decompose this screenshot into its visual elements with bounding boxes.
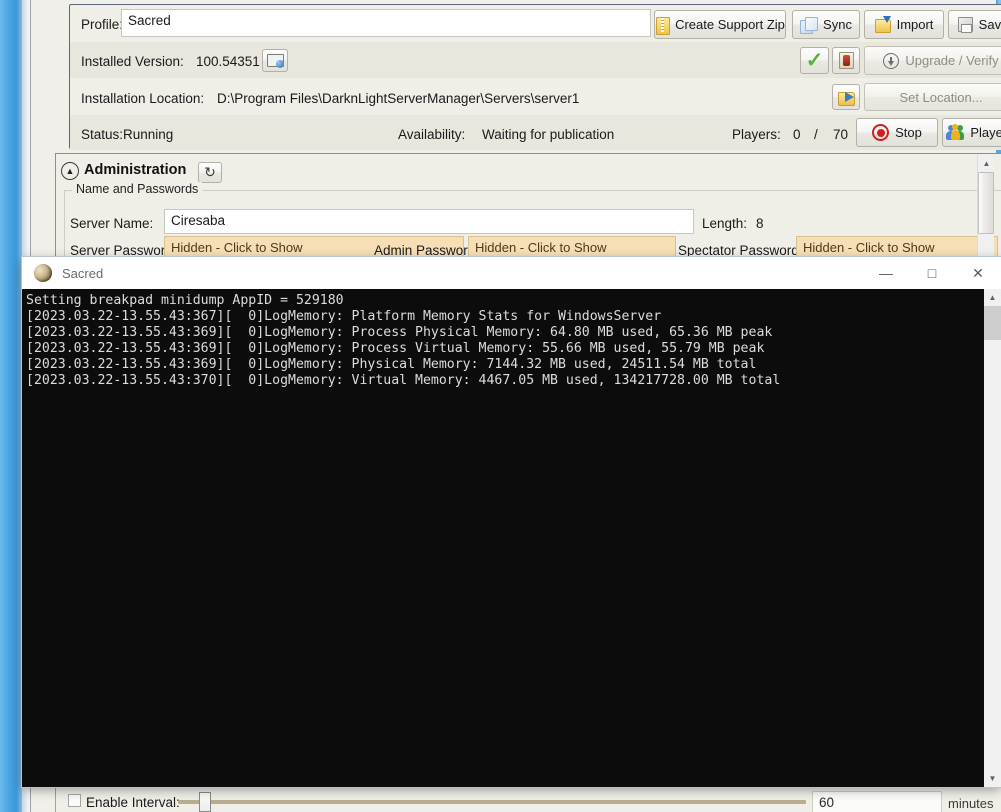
download-icon [883, 52, 900, 69]
verify-status-button[interactable] [832, 47, 860, 74]
window-border-left [0, 0, 22, 812]
sync-icon [800, 16, 819, 34]
stop-icon [872, 124, 890, 141]
maximize-button[interactable]: □ [909, 257, 955, 289]
profile-row: Profile: Sacred Create Support Zip Sync … [70, 5, 1001, 42]
players-current: 0 [793, 127, 801, 142]
set-location-button[interactable]: Set Location... [864, 83, 1001, 111]
profile-label: Profile: [81, 17, 124, 32]
scroll-up-arrow-icon[interactable]: ▲ [978, 155, 995, 172]
installation-location-row: Installation Location: D:\Program Files\… [70, 78, 1001, 115]
interval-slider-track[interactable] [178, 800, 806, 804]
players-icon [946, 124, 965, 140]
save-button[interactable]: Save [948, 10, 1001, 39]
administration-scrollbar[interactable]: ▲ [977, 155, 994, 263]
interval-input[interactable]: 60 [812, 791, 942, 812]
console-window: Sacred — □ ✕ Setting breakpad minidump A… [22, 257, 1001, 787]
installation-location-label: Installation Location: [81, 91, 205, 106]
players-button-label: Players [970, 125, 1001, 140]
folder-open-icon [837, 90, 855, 106]
status-value: Running [123, 127, 174, 142]
administration-panel: ▲ Administration ↻ Name and Passwords Se… [55, 153, 1001, 263]
players-separator: / [814, 127, 818, 142]
check-icon: ✓ [805, 49, 824, 72]
console-scroll-down-arrow-icon[interactable]: ▼ [984, 770, 1001, 787]
stop-button[interactable]: Stop [856, 118, 938, 147]
installed-version-value: 100.54351 [196, 54, 260, 69]
console-scrollbar[interactable]: ▲ ▼ [984, 289, 1001, 787]
installation-location-value: D:\Program Files\DarknLightServerManager… [217, 91, 580, 106]
set-location-label: Set Location... [899, 89, 983, 105]
name-and-passwords-legend: Name and Passwords [72, 182, 203, 196]
admin-password-label: Admin Password: [374, 243, 480, 258]
version-details-button[interactable] [262, 49, 288, 72]
console-window-title: Sacred [62, 265, 104, 281]
console-app-icon [32, 262, 54, 284]
server-name-label: Server Name: [70, 216, 154, 231]
players-button[interactable]: Players [942, 118, 1001, 147]
enable-interval-label: Enable Interval: [86, 795, 180, 810]
console-scroll-up-arrow-icon[interactable]: ▲ [984, 289, 1001, 306]
upgrade-verify-label: Upgrade / Verify [905, 53, 999, 68]
players-label: Players: [732, 127, 781, 142]
upgrade-verify-button[interactable]: Upgrade / Verify [864, 46, 1001, 75]
console-titlebar[interactable]: Sacred — □ ✕ [22, 257, 1001, 289]
availability-value: Waiting for publication [482, 127, 615, 142]
installed-version-label: Installed Version: [81, 54, 184, 69]
verify-icon [838, 52, 854, 69]
group-top-border [64, 190, 1001, 191]
refresh-icon: ↻ [204, 164, 216, 180]
import-icon [874, 15, 891, 33]
enable-interval-checkbox[interactable] [68, 794, 81, 807]
minimize-button[interactable]: — [863, 257, 909, 289]
administration-title: Administration [84, 162, 187, 178]
scrollbar-thumb[interactable] [978, 172, 994, 234]
close-button[interactable]: ✕ [955, 257, 1001, 289]
verify-ok-button[interactable]: ✓ [800, 47, 829, 74]
interval-slider-thumb[interactable] [199, 792, 211, 812]
status-label: Status: [81, 127, 124, 142]
length-value: 8 [756, 216, 764, 231]
console-scrollbar-thumb[interactable] [984, 306, 1001, 340]
installed-version-row: Installed Version: 100.54351 ✓ Upgrade /… [70, 42, 1001, 78]
stop-label: Stop [895, 125, 922, 140]
profile-input[interactable]: Sacred [121, 9, 651, 37]
collapse-administration-icon[interactable]: ▲ [61, 162, 79, 180]
zip-icon [655, 16, 671, 35]
save-label: Save [978, 17, 1001, 32]
server-password-label: Server Password: [70, 243, 177, 258]
refresh-administration-button[interactable]: ↻ [198, 162, 222, 183]
console-output-area[interactable]: Setting breakpad minidump AppID = 529180… [22, 289, 984, 787]
console-output-text: Setting breakpad minidump AppID = 529180… [26, 293, 781, 388]
save-icon [957, 17, 973, 33]
import-label: Import [896, 17, 934, 32]
import-button[interactable]: Import [864, 10, 944, 39]
interval-unit-label: minutes [948, 796, 994, 811]
create-support-zip-label: Create Support Zip [675, 17, 785, 32]
status-row: Status: Running Availability: Waiting fo… [70, 115, 1001, 150]
availability-label: Availability: [398, 127, 466, 142]
players-max: 70 [833, 127, 849, 142]
create-support-zip-button[interactable]: Create Support Zip [654, 10, 786, 39]
spectator-password-label: Spectator Password: [678, 243, 803, 258]
server-name-input[interactable]: Ciresaba [164, 209, 694, 234]
monitor-icon [266, 53, 284, 68]
browse-location-button[interactable] [832, 84, 860, 110]
length-label: Length: [702, 216, 748, 231]
sync-label: Sync [823, 17, 852, 32]
sync-button[interactable]: Sync [792, 10, 860, 39]
server-header-panel: Profile: Sacred Create Support Zip Sync … [69, 4, 1001, 150]
